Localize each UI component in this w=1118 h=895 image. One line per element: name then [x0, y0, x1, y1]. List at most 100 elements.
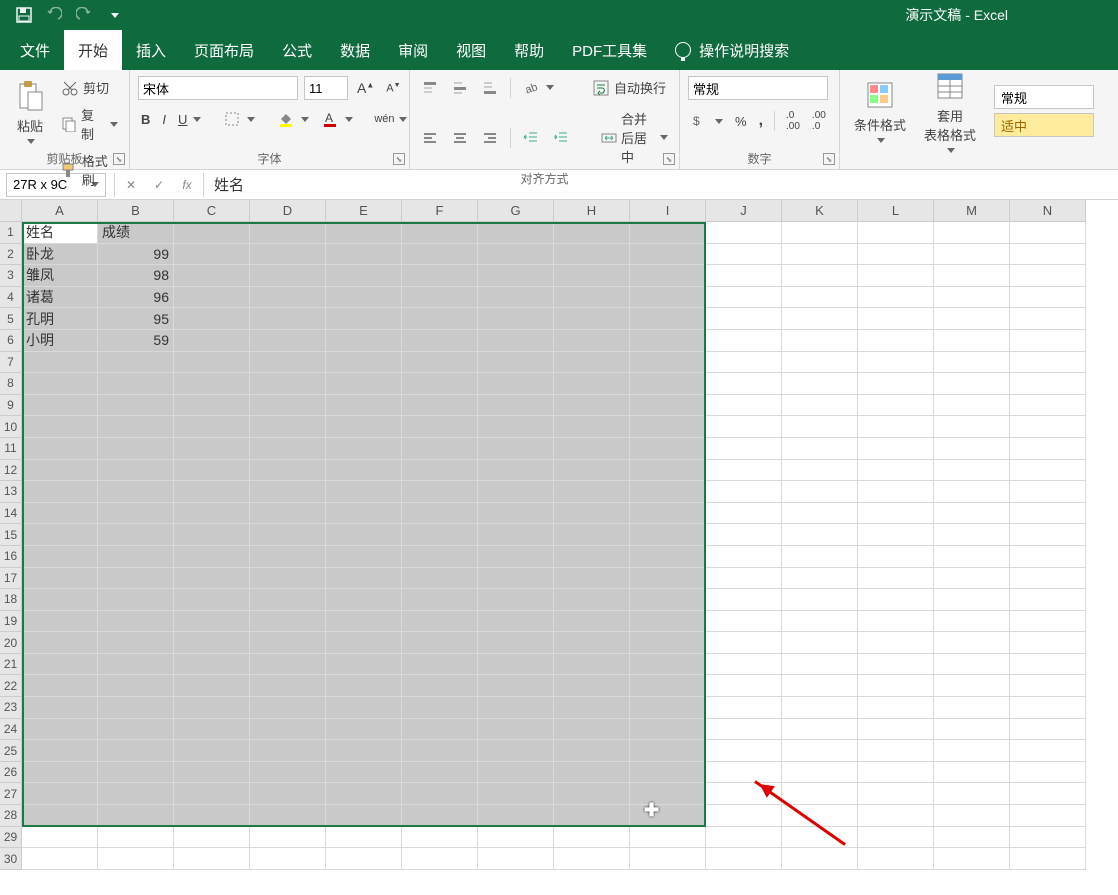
cell[interactable] [174, 675, 250, 697]
cell[interactable] [250, 352, 326, 374]
cell[interactable] [934, 416, 1010, 438]
cell[interactable] [782, 308, 858, 330]
cell[interactable] [98, 719, 174, 741]
cell[interactable] [782, 546, 858, 568]
cell[interactable] [250, 524, 326, 546]
tab-view[interactable]: 视图 [442, 30, 500, 70]
cell[interactable] [630, 222, 706, 244]
cell[interactable] [554, 740, 630, 762]
cell[interactable] [326, 654, 402, 676]
cell[interactable] [98, 438, 174, 460]
cell[interactable] [706, 546, 782, 568]
cell[interactable]: 96 [98, 287, 174, 309]
column-header[interactable]: G [478, 200, 554, 222]
cell[interactable] [630, 827, 706, 849]
cell[interactable] [250, 222, 326, 244]
column-header[interactable]: J [706, 200, 782, 222]
undo-icon[interactable] [46, 7, 62, 23]
redo-icon[interactable] [76, 7, 92, 23]
row-header[interactable]: 21 [0, 654, 22, 676]
cell[interactable] [1010, 632, 1086, 654]
cell[interactable] [1010, 589, 1086, 611]
cell[interactable] [478, 805, 554, 827]
cell[interactable] [706, 589, 782, 611]
cell[interactable] [554, 524, 630, 546]
cell[interactable] [934, 481, 1010, 503]
cell[interactable] [478, 654, 554, 676]
cell[interactable] [250, 762, 326, 784]
cell[interactable] [1010, 740, 1086, 762]
cell[interactable] [402, 740, 478, 762]
cell[interactable] [858, 719, 934, 741]
cell[interactable] [250, 265, 326, 287]
cell[interactable] [630, 481, 706, 503]
cell[interactable] [326, 395, 402, 417]
cell[interactable] [22, 568, 98, 590]
cell[interactable] [174, 762, 250, 784]
cell[interactable] [250, 503, 326, 525]
cell[interactable] [326, 632, 402, 654]
cell[interactable] [402, 654, 478, 676]
cell[interactable] [782, 740, 858, 762]
enter-button[interactable]: ✓ [145, 178, 173, 192]
cell[interactable] [1010, 783, 1086, 805]
cell[interactable] [934, 287, 1010, 309]
cell[interactable] [174, 524, 250, 546]
merge-center-button[interactable]: 合并后居中 [598, 107, 671, 168]
tab-file[interactable]: 文件 [6, 30, 64, 70]
cell[interactable] [402, 719, 478, 741]
cell[interactable] [174, 589, 250, 611]
row-headers[interactable]: 1234567891011121314151617181920212223242… [0, 222, 22, 870]
cell[interactable] [858, 740, 934, 762]
cell[interactable] [934, 352, 1010, 374]
fx-button[interactable]: fx [173, 178, 201, 192]
cell[interactable] [782, 697, 858, 719]
spreadsheet-grid[interactable]: ABCDEFGHIJKLMN 1234567891011121314151617… [0, 200, 1118, 895]
cell[interactable] [478, 373, 554, 395]
cell[interactable] [250, 330, 326, 352]
cell[interactable] [478, 719, 554, 741]
cell[interactable] [326, 827, 402, 849]
cell[interactable] [478, 589, 554, 611]
row-header[interactable]: 16 [0, 546, 22, 568]
row-header[interactable]: 7 [0, 352, 22, 374]
cell[interactable] [554, 308, 630, 330]
cell[interactable] [630, 632, 706, 654]
tell-me-search[interactable]: 操作说明搜索 [661, 30, 803, 70]
cell[interactable] [630, 546, 706, 568]
row-header[interactable]: 23 [0, 697, 22, 719]
percent-button[interactable]: % [732, 112, 750, 131]
cell[interactable] [858, 438, 934, 460]
cell[interactable] [98, 460, 174, 482]
cell[interactable] [22, 395, 98, 417]
cell[interactable] [782, 244, 858, 266]
cell[interactable] [782, 762, 858, 784]
align-top-button[interactable] [418, 77, 442, 99]
copy-button[interactable]: 复制 [58, 103, 121, 145]
font-launcher[interactable]: ⬊ [393, 153, 405, 165]
cell[interactable] [630, 416, 706, 438]
cell[interactable] [326, 244, 402, 266]
cell[interactable] [478, 481, 554, 503]
cell[interactable] [402, 352, 478, 374]
cell[interactable] [554, 416, 630, 438]
cell[interactable] [554, 762, 630, 784]
cell[interactable] [478, 222, 554, 244]
cell[interactable] [326, 546, 402, 568]
cell[interactable] [782, 416, 858, 438]
row-header[interactable]: 15 [0, 524, 22, 546]
cell[interactable] [782, 373, 858, 395]
cell[interactable] [174, 352, 250, 374]
cell[interactable] [1010, 762, 1086, 784]
cell[interactable] [782, 568, 858, 590]
cell[interactable] [1010, 460, 1086, 482]
cell[interactable] [478, 244, 554, 266]
cell[interactable] [174, 265, 250, 287]
cell[interactable] [934, 783, 1010, 805]
tab-review[interactable]: 审阅 [384, 30, 442, 70]
cell[interactable] [858, 265, 934, 287]
cell[interactable] [706, 503, 782, 525]
cell[interactable] [706, 438, 782, 460]
cell[interactable] [630, 460, 706, 482]
cell[interactable] [630, 373, 706, 395]
